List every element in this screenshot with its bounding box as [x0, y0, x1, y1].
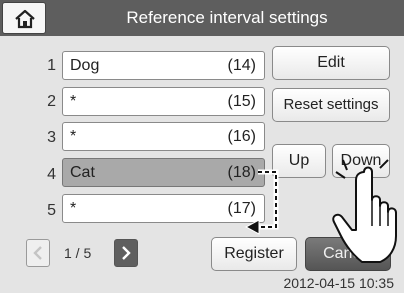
down-button[interactable]: Down	[332, 144, 390, 178]
cancel-label: Cancel	[323, 245, 373, 262]
next-page-button[interactable]	[114, 239, 138, 267]
chevron-left-icon	[33, 246, 42, 260]
row-number: 5	[47, 202, 56, 219]
item-name: *	[70, 93, 77, 110]
item-count: (15)	[227, 93, 256, 110]
list-item[interactable]: * (16)	[62, 122, 265, 151]
item-count: (18)	[227, 164, 256, 181]
item-name: Dog	[70, 57, 100, 74]
title-bar: Reference interval settings	[0, 0, 404, 36]
page-indicator: 1 / 5	[64, 245, 92, 261]
list-item-selected[interactable]: Cat (18)	[62, 158, 265, 187]
screen: Reference interval settings 1 Dog (14) 2…	[0, 0, 404, 293]
item-count: (16)	[227, 128, 256, 145]
reset-settings-label: Reset settings	[283, 96, 379, 113]
page-title: Reference interval settings	[126, 8, 328, 27]
row-number: 4	[47, 166, 56, 183]
up-label: Up	[288, 152, 310, 169]
timestamp: 2012-04-15 10:35	[283, 275, 394, 291]
item-name: *	[70, 200, 77, 217]
item-name: Cat	[70, 164, 95, 181]
list-item[interactable]: * (15)	[62, 87, 265, 116]
edit-label: Edit	[317, 54, 345, 71]
row-number: 3	[47, 129, 56, 146]
edit-button[interactable]: Edit	[272, 46, 390, 80]
item-name: *	[70, 128, 77, 145]
row-number: 1	[47, 57, 56, 74]
home-button[interactable]	[2, 2, 46, 34]
down-label: Down	[340, 152, 382, 169]
home-icon	[15, 9, 35, 29]
prev-page-button[interactable]	[26, 239, 50, 267]
row-number: 2	[47, 93, 56, 110]
register-label: Register	[224, 245, 284, 262]
up-button[interactable]: Up	[272, 144, 326, 178]
chevron-right-icon	[122, 246, 131, 260]
list-item[interactable]: Dog (14)	[62, 51, 265, 80]
register-button[interactable]: Register	[211, 237, 297, 271]
item-count: (17)	[227, 200, 256, 217]
item-count: (14)	[227, 57, 256, 74]
cancel-button[interactable]: Cancel	[305, 237, 391, 271]
reset-settings-button[interactable]: Reset settings	[272, 88, 390, 122]
list-item[interactable]: * (17)	[62, 194, 265, 223]
